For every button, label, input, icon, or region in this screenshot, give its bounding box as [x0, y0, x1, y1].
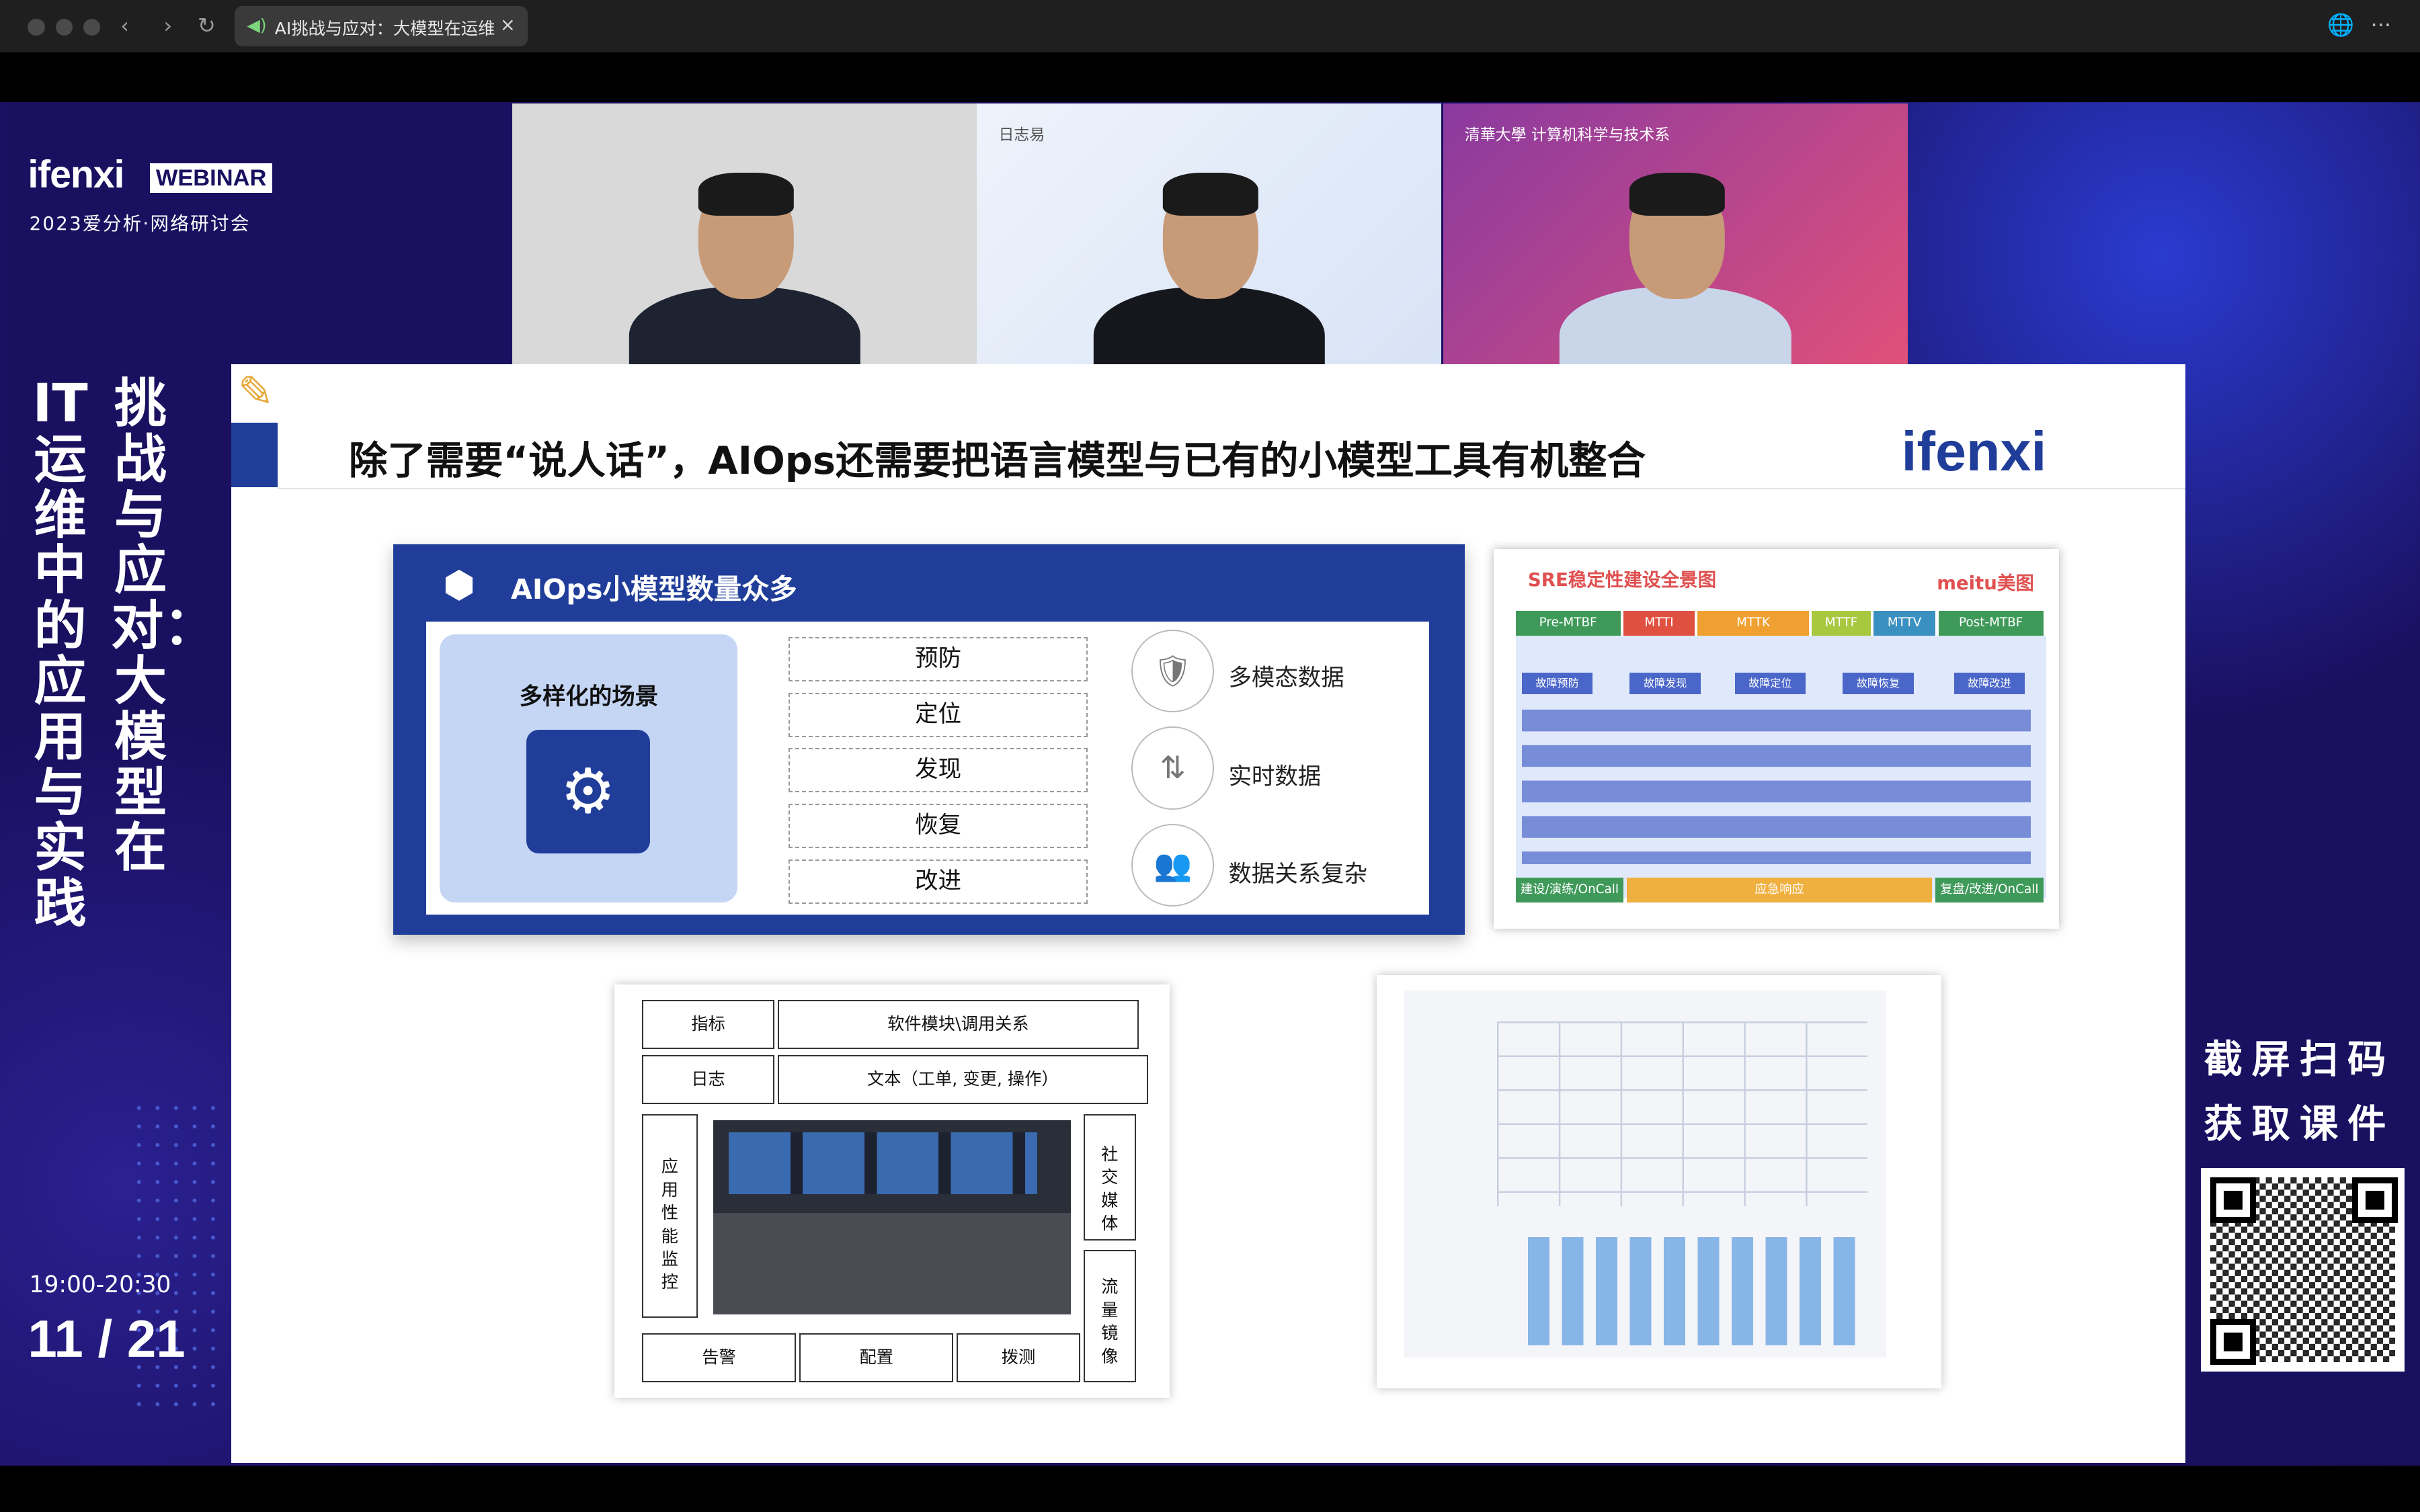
sre-bottom: 复盘/改进/OnCall [1935, 878, 2044, 903]
panel-content: 多样化的场景 ⚙ 预防 定位 发现 恢复 改进 🛡 多模态数据 ⇅ 实时数据 👥… [426, 622, 1429, 915]
video-feed-1[interactable] [512, 103, 977, 364]
category-item: 定位 [789, 692, 1088, 737]
back-icon[interactable]: ‹ [120, 12, 129, 40]
browser-titlebar: ‹ › ↻ ◀) AI挑战与应对：大模型在运维 × 🌐 ··· [0, 0, 2420, 53]
grid-text: 文本（工单, 变更, 操作） [778, 1055, 1148, 1105]
video-label: 日志易 [998, 126, 1045, 144]
more-icon[interactable]: ··· [2371, 12, 2392, 38]
complex-relations-icon: 👥 [1131, 823, 1215, 907]
grid-metric: 指标 [642, 999, 774, 1049]
category-item: 发现 [789, 748, 1088, 793]
tab-title: AI挑战与应对：大模型在运维 [274, 18, 495, 38]
vertical-title-right: 挑战与应对：大模型在 [111, 374, 216, 879]
sre-stage: 故障预防 [1521, 673, 1593, 695]
sre-detail-grid [1521, 710, 2031, 864]
sre-title: SRE稳定性建设全景图 [1527, 569, 1717, 591]
network-people-icon: ⚙ [526, 729, 650, 853]
grid-traffic: 流量镜像 [1083, 1249, 1136, 1383]
grid-alert: 告警 [642, 1333, 797, 1382]
category-item: 改进 [789, 859, 1088, 904]
title-divider [278, 487, 2185, 489]
vertical-title-left: IT运维中的应用与实践 [32, 374, 88, 935]
realtime-data-icon: ⇅ [1131, 726, 1215, 810]
speaker-icon: ◀) [247, 15, 267, 35]
video-feed-2[interactable]: 日志易 [977, 103, 1442, 364]
event-time: 19:00-20:30 [29, 1271, 171, 1298]
event-date: 11 / 21 [28, 1308, 186, 1368]
category-item: 预防 [789, 637, 1088, 682]
sre-bottom: 建设/演练/OnCall [1515, 878, 1624, 903]
data-type-label: 实时数据 [1228, 763, 1322, 791]
speaker-avatar [629, 163, 860, 364]
sre-phase: MTTI [1623, 611, 1695, 636]
scene-label: 多样化的场景 [519, 683, 659, 710]
sre-phase: MTTK [1697, 611, 1809, 636]
aiops-panel: ⬢ AIOps小模型数量众多 多样化的场景 ⚙ 预防 定位 发现 恢复 改进 🛡… [393, 544, 1465, 935]
reload-icon[interactable]: ↻ [198, 12, 216, 40]
data-sources-diagram: 指标 软件模块\调用关系 日志 文本（工单, 变更, 操作） 应用性能监控 社交… [614, 984, 1170, 1398]
sre-brand: meitu美图 [1937, 572, 2034, 594]
sre-stage: 故障定位 [1734, 673, 1806, 695]
sre-stage: 故障改进 [1953, 673, 2025, 695]
cubes-icon: ⬢ [442, 562, 476, 606]
minimize-window-icon[interactable] [55, 18, 73, 36]
speaker-avatar [1560, 163, 1791, 364]
presentation-slide: 除了需要“说人话”，AIOps还需要把语言模型与已有的小模型工具有机整合 ife… [231, 364, 2185, 1463]
title-accent-bar [231, 423, 278, 488]
sre-phase: MTTF [1812, 611, 1871, 636]
panel-title: AIOps小模型数量众多 [510, 573, 797, 605]
active-tab[interactable]: ◀) AI挑战与应对：大模型在运维 × [234, 6, 528, 46]
data-type-label: 多模态数据 [1228, 665, 1344, 692]
qr-label: 截屏扫码获取课件 [2204, 1037, 2396, 1147]
operations-room-photo [713, 1120, 1072, 1315]
speaker-avatar [1093, 163, 1326, 364]
data-type-label: 数据关系复杂 [1228, 860, 1368, 888]
sre-phase: Pre-MTBF [1515, 611, 1621, 636]
sre-phase: Post-MTBF [1938, 611, 2044, 636]
sre-stage: 故障恢复 [1843, 673, 1914, 695]
pencil-icon[interactable]: ✎ [238, 367, 274, 417]
multimodal-data-icon: 🛡 [1131, 629, 1215, 713]
close-window-icon[interactable] [28, 18, 45, 36]
globe-icon[interactable]: 🌐 [2327, 12, 2354, 38]
forward-icon[interactable]: › [163, 12, 172, 40]
close-tab-icon[interactable]: × [500, 14, 516, 36]
grid-apm: 应用性能监控 [642, 1114, 698, 1318]
webinar-subtitle: 2023爱分析·网络研讨会 [29, 212, 251, 235]
sre-bottom: 应急响应 [1626, 878, 1933, 903]
video-label: 清華大學 计算机科学与技术系 [1464, 126, 1670, 144]
grid-config: 配置 [799, 1333, 954, 1382]
video-feed-3[interactable]: 清華大學 计算机科学与技术系 [1443, 103, 1908, 364]
grid-software: 软件模块\调用关系 [778, 999, 1139, 1049]
slide-title: 除了需要“说人话”，AIOps还需要把语言模型与已有的小模型工具有机整合 [348, 438, 1646, 484]
sre-panorama-image: SRE稳定性建设全景图 meitu美图 Pre-MTBF MTTI MTTK M… [1494, 549, 2059, 929]
grid-log: 日志 [642, 1055, 774, 1105]
sre-phase: MTTV [1873, 611, 1936, 636]
slide-brand-logo: ifenxi [1901, 420, 2047, 483]
architecture-diagram-image [1376, 975, 1942, 1389]
grid-probe: 拨测 [957, 1333, 1080, 1382]
grid-social: 社交媒体 [1083, 1114, 1136, 1241]
qr-code [2200, 1167, 2405, 1372]
category-item: 恢复 [789, 804, 1088, 849]
maximize-window-icon[interactable] [83, 18, 101, 36]
sre-stage: 故障发现 [1629, 673, 1701, 695]
webinar-badge: WEBINAR [149, 163, 273, 193]
scene-card: 多样化的场景 ⚙ [440, 634, 738, 903]
ifenxi-logo: ifenxi [28, 153, 124, 197]
